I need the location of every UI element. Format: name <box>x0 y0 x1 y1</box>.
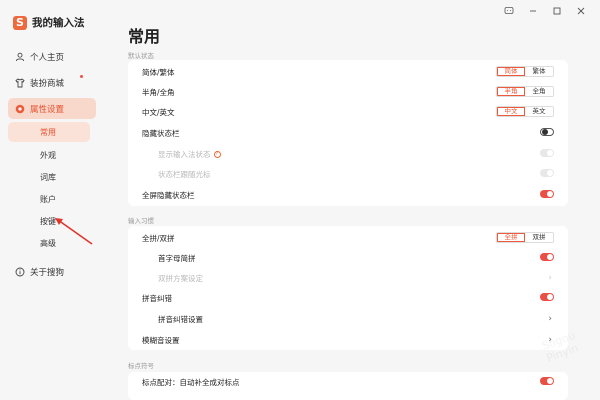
card-punctuation: 标点配对：自动补全成对标点 <box>128 372 568 400</box>
subitem-label: 外观 <box>40 150 56 160</box>
feedback-icon[interactable] <box>504 6 514 16</box>
row-label: 状态栏跟随光标 <box>158 169 211 179</box>
row-label: 简体/繁体 <box>142 67 175 77</box>
row-pinyin-mode: 全拼/双拼 全拼 双拼 <box>128 228 568 248</box>
user-icon <box>14 51 25 62</box>
subitem-label: 常用 <box>40 127 56 137</box>
sidebar-item-settings[interactable]: 属性设置 <box>8 98 96 119</box>
main-panel: 常用 默认状态 简体/繁体 简体 繁体 半角/全角 半角 全角 中文/英文 中文… <box>108 0 600 400</box>
sidebar-subitem-common[interactable]: 常用 <box>8 122 90 142</box>
help-icon[interactable]: ? <box>213 151 221 158</box>
row-initials: 首字母简拼 <box>128 248 568 268</box>
row-label: 拼音纠错 <box>142 293 172 303</box>
row-label: 拼音纠错设置 <box>158 314 203 324</box>
notification-dot <box>80 75 83 78</box>
seg-option-quanpin[interactable]: 全拼 <box>497 233 525 242</box>
row-charset: 简体/繁体 简体 繁体 <box>128 62 568 82</box>
seg-option-halfwidth[interactable]: 半角 <box>497 87 525 96</box>
segmented-pinyin-mode: 全拼 双拼 <box>496 232 554 243</box>
close-icon[interactable] <box>576 6 586 16</box>
row-label: 全拼/双拼 <box>142 233 175 243</box>
seg-option-chinese[interactable]: 中文 <box>497 107 525 116</box>
row-fuzzy[interactable]: 模糊音设置 › <box>128 330 568 350</box>
row-label: 隐藏状态栏 <box>142 128 180 138</box>
shirt-icon <box>14 77 25 88</box>
toggle-auto-pair[interactable] <box>540 377 554 385</box>
sidebar-subitem-lexicon[interactable]: 词库 <box>8 167 90 187</box>
row-status-follow: 状态栏跟随光标 <box>128 164 568 184</box>
app-name: 我的输入法 <box>32 17 85 29</box>
seg-option-traditional[interactable]: 繁体 <box>525 67 553 76</box>
page-title: 常用 <box>128 27 161 46</box>
section-label-punctuation: 标点符号 <box>128 362 154 370</box>
sidebar-item-label: 装扮商城 <box>30 78 65 89</box>
brand: S 我的输入法 <box>13 15 85 30</box>
sidebar-subitem-advanced[interactable]: 高级 <box>8 233 90 253</box>
toggle-status-follow <box>540 169 554 177</box>
section-label-input-habits: 输入习惯 <box>128 217 154 225</box>
sidebar-item-label: 个人主页 <box>30 52 65 63</box>
seg-option-simplified[interactable]: 简体 <box>497 67 525 76</box>
toggle-pinyin-correct[interactable] <box>540 293 554 301</box>
settings-icon <box>14 103 25 114</box>
row-label: 半角/全角 <box>142 87 175 97</box>
seg-option-fullwidth[interactable]: 全角 <box>525 87 553 96</box>
segmented-charset: 简体 繁体 <box>496 66 554 77</box>
row-width: 半角/全角 半角 全角 <box>128 82 568 102</box>
window-controls <box>504 6 586 16</box>
row-label: 首字母简拼 <box>158 253 196 263</box>
row-pinyin-correct-settings[interactable]: 拼音纠错设置 › <box>128 309 568 329</box>
seg-option-english[interactable]: 英文 <box>525 107 553 116</box>
sidebar-subitem-keys[interactable]: 按键 <box>8 211 90 231</box>
sidebar-subitem-appearance[interactable]: 外观 <box>8 145 90 165</box>
row-label: 中文/英文 <box>142 107 175 117</box>
row-label: 显示输入法状态? <box>158 149 221 160</box>
row-lang: 中文/英文 中文 英文 <box>128 102 568 122</box>
row-label: 全屏隐藏状态栏 <box>142 190 195 200</box>
row-shuangpin-scheme: 双拼方案设定 › <box>128 268 568 288</box>
minimize-icon[interactable] <box>528 6 538 16</box>
chevron-right-icon: › <box>548 273 552 283</box>
seg-option-shuangpin[interactable]: 双拼 <box>525 233 553 242</box>
segmented-width: 半角 全角 <box>496 86 554 97</box>
subitem-label: 账户 <box>40 194 56 204</box>
row-label: 模糊音设置 <box>142 335 180 345</box>
sidebar-item-store[interactable]: 装扮商城 <box>8 72 96 93</box>
card-default-state: 简体/繁体 简体 繁体 半角/全角 半角 全角 中文/英文 中文 英文 隐藏状态… <box>128 60 568 206</box>
row-show-input-status: 显示输入法状态? <box>128 144 568 164</box>
subitem-label: 按键 <box>40 216 56 226</box>
card-input-habits: 全拼/双拼 全拼 双拼 首字母简拼 双拼方案设定 › 拼音纠错 拼音纠错设置 ›… <box>128 226 568 350</box>
section-label-default-state: 默认状态 <box>128 52 154 60</box>
row-hide-status: 隐藏状态栏 <box>128 123 568 143</box>
maximize-icon[interactable] <box>552 6 562 16</box>
sogou-logo-icon: S <box>13 15 27 30</box>
sidebar-item-profile[interactable]: 个人主页 <box>8 46 96 67</box>
sidebar: S 我的输入法 个人主页 装扮商城 属性设置 常用 外观 词库 账户 按键 高级 <box>0 0 108 400</box>
sidebar-subitem-account[interactable]: 账户 <box>8 189 90 209</box>
sidebar-item-label: 属性设置 <box>30 104 65 115</box>
row-label: 标点配对：自动补全成对标点 <box>142 377 240 387</box>
toggle-show-input-status <box>540 149 554 157</box>
toggle-hide-status[interactable] <box>540 128 554 136</box>
sidebar-item-label: 关于搜狗 <box>30 267 65 278</box>
toggle-initials[interactable] <box>540 253 554 261</box>
info-icon <box>14 266 25 277</box>
row-pinyin-correct: 拼音纠错 <box>128 288 568 308</box>
row-label: 双拼方案设定 <box>158 273 203 283</box>
subitem-label: 词库 <box>40 172 56 182</box>
row-label-text: 显示输入法状态 <box>158 149 211 159</box>
row-fullscreen-hide: 全屏隐藏状态栏 <box>128 185 568 205</box>
chevron-right-icon: › <box>548 314 552 324</box>
subitem-label: 高级 <box>40 238 56 248</box>
sidebar-item-about[interactable]: 关于搜狗 <box>8 261 96 282</box>
toggle-fullscreen-hide[interactable] <box>540 190 554 198</box>
row-auto-pair: 标点配对：自动补全成对标点 <box>128 372 568 392</box>
segmented-lang: 中文 英文 <box>496 106 554 117</box>
